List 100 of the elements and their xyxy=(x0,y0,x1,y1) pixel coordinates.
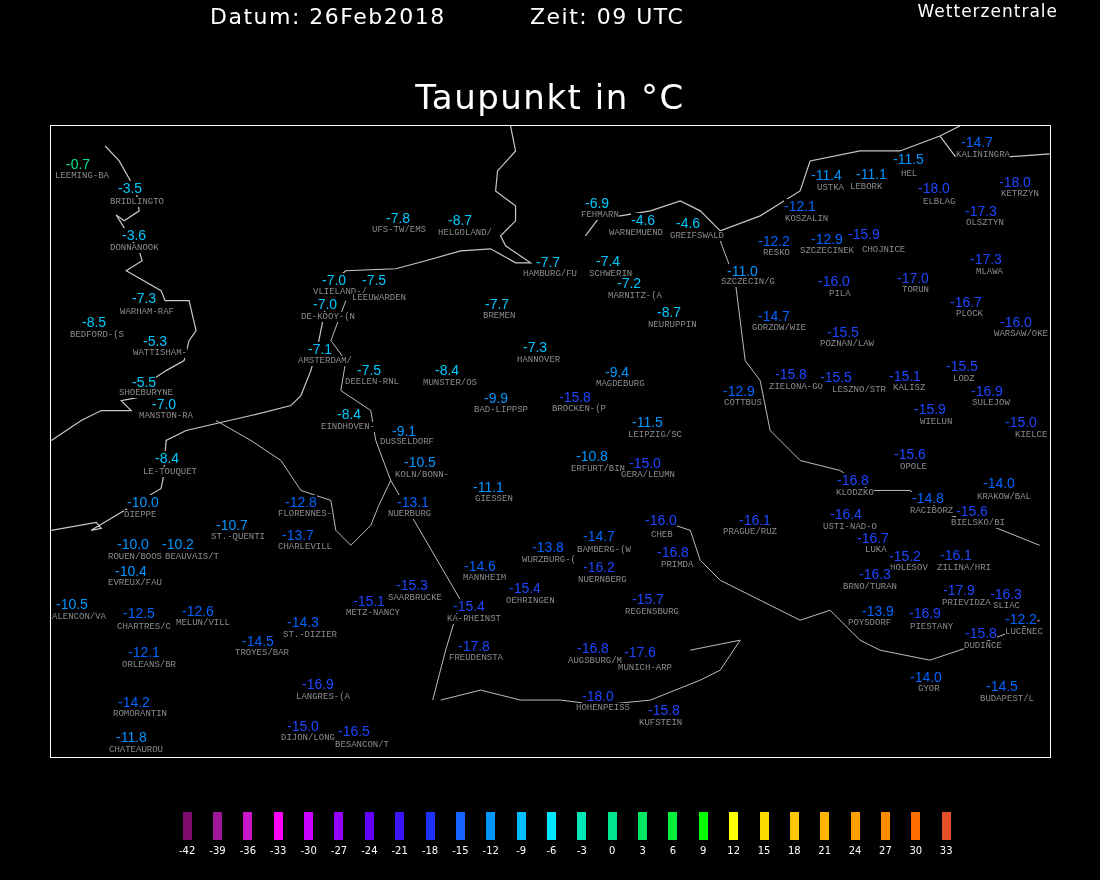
legend-label: -36 xyxy=(239,845,257,857)
dew-point-value: -12.5 xyxy=(123,606,155,620)
legend-label: 6 xyxy=(669,845,677,857)
legend-label: 27 xyxy=(879,845,892,857)
dew-point-value: -16.5 xyxy=(338,724,370,738)
dew-point-value: -8.7 xyxy=(448,213,473,227)
legend-label: -9 xyxy=(516,845,527,857)
dew-point-value: -15.9 xyxy=(914,402,946,416)
dew-point-value: -10.5 xyxy=(56,597,88,611)
station-name: DIEPPE xyxy=(124,510,157,520)
chart-title: Taupunkt in °C xyxy=(415,77,685,117)
legend-label: 9 xyxy=(700,845,707,857)
station-name: NUERNBERG xyxy=(578,575,627,585)
dew-point-value: -15.1 xyxy=(353,594,385,608)
dew-point-value: -8.7 xyxy=(657,305,682,319)
station-name: PILA xyxy=(829,289,851,299)
dew-point-value: -16.7 xyxy=(857,531,889,545)
dew-point-value: -15.8 xyxy=(648,703,680,717)
station-name: KOLN/BONN- xyxy=(395,470,449,480)
dew-point-value: -16.9 xyxy=(971,384,1003,398)
station-name: MANNHEIM xyxy=(463,573,507,583)
station-name: DONNANOOK xyxy=(110,243,159,253)
dew-point-value: -7.5 xyxy=(362,273,387,287)
dew-point-value: -14.3 xyxy=(287,615,319,629)
dew-point-value: -3.5 xyxy=(118,181,143,195)
station-name: WURZBURG-( xyxy=(522,555,576,565)
dew-point-value: -11.1 xyxy=(473,480,504,494)
station-name: BEDFORD-(S xyxy=(70,330,124,340)
station-name: BIELSKO/BI xyxy=(951,518,1005,528)
legend-label: -6 xyxy=(546,845,557,857)
dew-point-value: -16.4 xyxy=(830,507,862,521)
station-name: BEAUVAIS/T xyxy=(165,552,219,562)
station-name: HELGOLAND/ xyxy=(438,228,492,238)
legend-label: -18 xyxy=(421,845,439,857)
legend-label: 3 xyxy=(639,845,646,857)
station-name: KALININGRA xyxy=(956,150,1010,160)
station-name: FREUDENSTA xyxy=(449,653,503,663)
dew-point-value: -15.0 xyxy=(287,719,319,733)
dew-point-value: -7.0 xyxy=(152,397,177,411)
dew-point-value: -10.5 xyxy=(404,455,436,469)
legend-label: 12 xyxy=(727,845,740,857)
dew-point-value: -5.3 xyxy=(143,334,168,348)
station-name: HEL xyxy=(901,169,918,179)
station-name: HOHENPEISS xyxy=(576,703,630,713)
dew-point-value: -16.0 xyxy=(818,274,850,288)
dew-point-value: -8.5 xyxy=(82,315,107,329)
station-name: TROYES/BAR xyxy=(235,648,289,658)
station-name: ZILINA/HRI xyxy=(937,563,991,573)
date-label: Datum: 26Feb2018 xyxy=(210,3,447,31)
station-name: ST.-DIZIER xyxy=(283,630,337,640)
dew-point-value: -16.8 xyxy=(837,473,869,487)
legend-label: -15 xyxy=(452,845,469,857)
station-name: RESKO xyxy=(763,248,790,258)
station-name: SLIAC xyxy=(993,601,1020,611)
station-name: PIESTANY xyxy=(910,622,954,632)
dew-point-value: -7.7 xyxy=(536,255,561,269)
station-name: DIJON/LONG xyxy=(281,733,335,743)
legend-label: -33 xyxy=(270,845,287,857)
dew-point-value: -7.2 xyxy=(617,276,642,290)
station-name: GYOR xyxy=(918,684,940,694)
dew-point-value: -11.5 xyxy=(632,415,663,429)
dew-point-value: -15.1 xyxy=(889,369,921,383)
station-name: USTKA xyxy=(817,183,844,193)
station-name: MUNICH-ARP xyxy=(618,663,672,673)
dew-point-value: -8.4 xyxy=(435,363,460,377)
dew-point-value: -12.2 xyxy=(758,234,790,248)
station-name: BROCKEN-(P xyxy=(552,404,606,414)
dew-point-value: -14.5 xyxy=(986,679,1018,693)
station-name: WARSAW/OKE xyxy=(994,329,1048,339)
station-name: CHARTRES/C xyxy=(117,622,171,632)
dew-point-value: -15.9 xyxy=(848,227,880,241)
dew-point-value: -12.9 xyxy=(723,384,755,398)
legend-label: 24 xyxy=(848,845,862,857)
dew-point-value: -12.9 xyxy=(811,232,843,246)
station-name: CHOJNICE xyxy=(862,245,906,255)
dew-point-value: -18.0 xyxy=(918,181,950,195)
dew-point-value: -12.1 xyxy=(128,645,160,659)
station-name: GERA/LEUMN xyxy=(621,470,675,480)
dew-point-value: -7.1 xyxy=(308,342,333,356)
station-name: LEIPZIG/SC xyxy=(628,430,682,440)
legend-label: -39 xyxy=(209,845,226,857)
dew-point-value: -14.7 xyxy=(758,309,790,323)
dew-point-value: -16.0 xyxy=(645,513,677,527)
legend-label: 18 xyxy=(788,845,801,857)
dew-point-value: -11.0 xyxy=(727,264,758,278)
station-name: DEELEN-RNL xyxy=(345,377,399,387)
legend-label: -24 xyxy=(361,845,378,857)
station-name: PLOCK xyxy=(956,309,983,319)
station-name: POYSDORF xyxy=(848,618,892,628)
dew-point-value: -9.4 xyxy=(605,365,630,379)
station-name: BRIDLINGTO xyxy=(110,197,164,207)
legend-label: -12 xyxy=(482,845,499,857)
dew-point-value: -10.8 xyxy=(576,449,608,463)
station-name: POZNAN/LAW xyxy=(820,339,874,349)
station-name: MELUN/VILL xyxy=(176,618,230,628)
station-name: WATTISHAM- xyxy=(133,348,187,358)
dew-point-value: -14.8 xyxy=(912,491,944,505)
station-name: FEHMARN xyxy=(581,210,619,220)
station-name: METZ-NANCY xyxy=(346,608,400,618)
dew-point-value: -10.4 xyxy=(115,564,147,578)
